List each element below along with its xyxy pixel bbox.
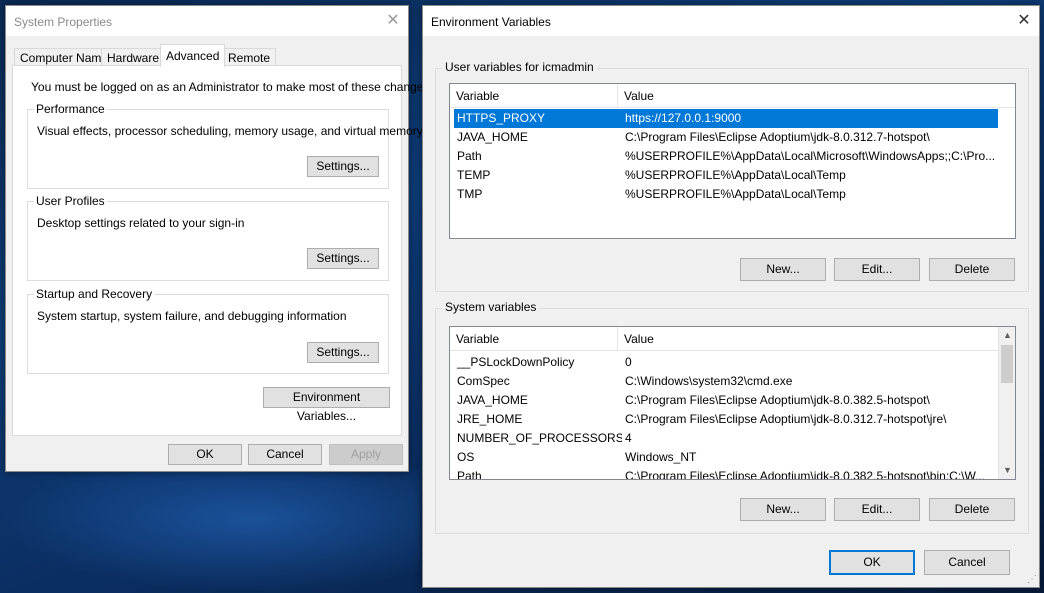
user-profiles-group: User Profiles Desktop settings related t… [27,194,389,281]
scroll-thumb[interactable] [1001,345,1013,383]
startup-recovery-description: System startup, system failure, and debu… [37,309,347,323]
column-header-variable[interactable]: Variable [450,84,618,108]
user-profiles-label: User Profiles [34,194,107,208]
user-new-button[interactable]: New... [740,258,826,281]
list-header: Variable Value [450,84,1015,108]
tab-advanced[interactable]: Advanced [160,44,226,67]
performance-settings-button[interactable]: Settings... [307,156,379,177]
system-properties-window: System Properties ✕ Computer Name Hardwa… [5,5,433,472]
user-profiles-description: Desktop settings related to your sign-in [37,216,245,230]
variable-name-cell: JAVA_HOME [457,393,528,407]
advanced-tab-panel: You must be logged on as an Administrato… [12,65,433,436]
list-header: Variable Value [450,327,998,351]
variable-value-cell: C:\Windows\system32\cmd.exe [625,374,793,388]
environment-variables-titlebar[interactable]: Environment Variables ✕ [423,6,1039,36]
variable-value-cell: C:\Program Files\Eclipse Adoptium\jdk-8.… [625,393,930,407]
table-row[interactable]: TEMP %USERPROFILE%\AppData\Local\Temp [454,166,998,185]
user-delete-button[interactable]: Delete [929,258,1015,281]
variable-value-cell: Windows_NT [625,450,697,464]
environment-variables-button[interactable]: Environment Variables... [263,387,390,423]
performance-group: Performance Visual effects, processor sc… [27,102,423,189]
table-row[interactable]: TMP %USERPROFILE%\AppData\Local\Temp [454,185,998,204]
variable-value-cell: %USERPROFILE%\AppData\Local\Temp [625,168,846,182]
variable-name-cell: JRE_HOME [457,412,523,426]
desktop-background [0,470,420,593]
variable-value-cell: %USERPROFILE%\AppData\Local\Microsoft\Wi… [625,149,996,163]
system-variables-group: System variables Variable Value __PSLock… [435,300,1029,534]
variable-value-cell: C:\Program Files\Eclipse Adoptium\jdk-8.… [625,469,986,480]
performance-description: Visual effects, processor scheduling, me… [37,124,423,138]
system-edit-button[interactable]: Edit... [834,498,920,521]
variable-name-cell: HTTPS_PROXY [457,111,546,125]
scroll-down-icon[interactable]: ▼ [999,462,1015,479]
table-row[interactable]: NUMBER_OF_PROCESSORS 4 [454,429,996,448]
table-row[interactable]: JAVA_HOME C:\Program Files\Eclipse Adopti… [454,391,996,410]
apply-button[interactable]: Apply [329,444,403,465]
table-row[interactable]: __PSLockDownPolicy 0 [454,353,996,372]
system-new-button[interactable]: New... [740,498,826,521]
variable-name-cell: OS [457,450,475,464]
variable-value-cell: https://127.0.0.1:9000 [625,111,742,125]
system-variables-list[interactable]: Variable Value __PSLockDownPolicy 0 ComSpe… [449,326,1016,480]
startup-recovery-settings-button[interactable]: Settings... [307,342,379,363]
scroll-up-icon[interactable]: ▲ [999,327,1015,344]
resize-grip-icon[interactable]: ⋰ [1027,575,1037,585]
close-icon[interactable]: ✕ [1013,10,1035,32]
variable-name-cell: ComSpec [457,374,510,388]
variable-value-cell: 0 [625,355,632,369]
table-row[interactable]: Path C:\Program Files\Eclipse Adoptium\jd… [454,467,996,480]
variable-name-cell: TMP [457,187,483,201]
table-row[interactable]: JAVA_HOME C:\Program Files\Eclipse Adopti… [454,128,998,147]
cancel-button[interactable]: Cancel [248,444,322,465]
variable-value-cell: 4 [625,431,632,445]
column-header-value[interactable]: Value [618,327,1000,351]
variable-name-cell: Path [457,469,482,480]
startup-recovery-group: Startup and Recovery System startup, sys… [27,287,389,374]
ok-button[interactable]: OK [829,550,915,575]
table-row[interactable]: ComSpec C:\Windows\system32\cmd.exe [454,372,996,391]
column-header-value[interactable]: Value [618,84,1015,108]
variable-value-cell: C:\Program Files\Eclipse Adoptium\jdk-8.… [625,130,930,144]
user-edit-button[interactable]: Edit... [834,258,920,281]
user-variables-group: User variables for icmadmin Variable Val… [435,60,1029,292]
variable-value-cell: %USERPROFILE%\AppData\Local\Temp [625,187,846,201]
table-row[interactable]: Path %USERPROFILE%\AppData\Local\Microsof… [454,147,998,166]
table-row[interactable]: OS Windows_NT [454,448,996,467]
performance-label: Performance [34,102,107,116]
variable-name-cell: TEMP [457,168,491,182]
user-variables-label: User variables for icmadmin [442,60,597,74]
system-delete-button[interactable]: Delete [929,498,1015,521]
system-variables-scrollbar[interactable]: ▲ ▼ [998,327,1015,479]
column-header-variable[interactable]: Variable [450,327,618,351]
window-title: Environment Variables [431,15,551,29]
table-row[interactable]: JRE_HOME C:\Program Files\Eclipse Adoptiu… [454,410,996,429]
table-row[interactable]: HTTPS_PROXY https://127.0.0.1:9000 [454,109,998,128]
system-variables-label: System variables [442,300,540,314]
window-title: System Properties [14,15,113,29]
user-profiles-settings-button[interactable]: Settings... [307,248,379,269]
user-variables-list[interactable]: Variable Value HTTPS_PROXY https://127.0.… [449,83,1016,239]
cancel-button[interactable]: Cancel [924,550,1010,575]
startup-recovery-label: Startup and Recovery [34,287,155,301]
variable-name-cell: __PSLockDownPolicy [457,355,575,369]
close-icon[interactable]: ✕ [382,10,404,32]
variable-value-cell: C:\Program Files\Eclipse Adoptium\jdk-8.… [625,412,947,426]
variable-name-cell: Path [457,149,482,163]
ok-button[interactable]: OK [168,444,242,465]
environment-variables-window: Environment Variables ✕ User variables f… [422,5,1040,588]
variable-name-cell: JAVA_HOME [457,130,528,144]
admin-notice: You must be logged on as an Administrato… [31,80,433,94]
system-properties-titlebar[interactable]: System Properties ✕ [6,6,408,36]
variable-name-cell: NUMBER_OF_PROCESSORS [457,431,622,445]
